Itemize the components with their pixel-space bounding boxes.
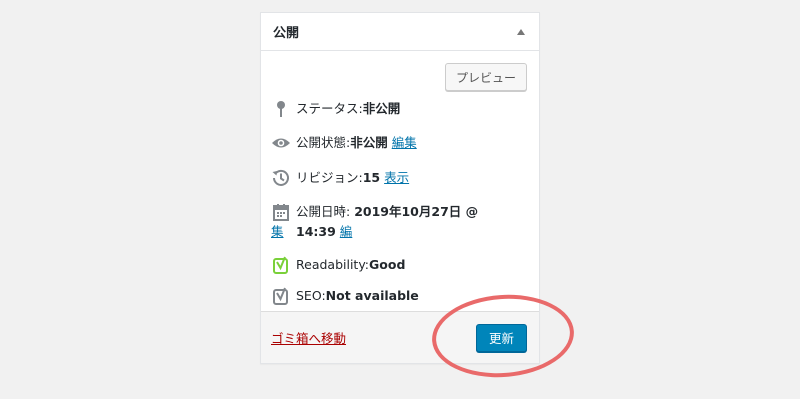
revisions-count: 15 <box>362 170 381 185</box>
move-to-trash-link[interactable]: ゴミ箱へ移動 <box>271 328 346 347</box>
readability-label: Readability: <box>296 257 370 272</box>
seo-label: SEO: <box>296 288 326 303</box>
visibility-row: 公開状態: 非公開 編集 <box>271 133 529 153</box>
preview-row: プレビュー <box>261 51 539 91</box>
panel-title: 公開 <box>273 26 300 41</box>
revisions-browse-link[interactable]: 表示 <box>384 168 409 188</box>
publish-date-edit-link-wrap[interactable]: 集 <box>271 222 284 242</box>
revisions-label: リビジョン: <box>296 170 363 185</box>
eye-icon <box>271 133 291 153</box>
publish-date-edit-link-text-2: 集 <box>271 224 284 239</box>
seo-row: SEO: Not available <box>271 286 529 306</box>
pin-icon <box>271 99 291 119</box>
readability-value: Good <box>369 257 406 272</box>
revisions-row: リビジョン: 15 表示 <box>271 168 529 188</box>
update-button[interactable]: 更新 <box>475 323 527 352</box>
publish-date-edit-wrap: 集 <box>271 222 529 242</box>
yoast-readability-icon <box>271 255 291 275</box>
publish-panel: 公開 プレビュー ステータス: 非公開 公開状態: 非公開 編集 リビジョン: … <box>260 12 540 364</box>
calendar-icon <box>271 202 291 222</box>
publish-date-label: 公開日時: <box>296 204 355 219</box>
collapse-toggle-icon[interactable] <box>517 28 525 35</box>
seo-value: Not available <box>325 288 419 303</box>
yoast-seo-icon <box>271 286 291 306</box>
visibility-value: 非公開 <box>350 135 388 150</box>
status-row: ステータス: 非公開 <box>271 99 529 119</box>
visibility-edit-link[interactable]: 編集 <box>392 133 417 153</box>
panel-header[interactable]: 公開 <box>261 13 539 51</box>
status-value: 非公開 <box>362 101 401 116</box>
visibility-label: 公開状態: <box>296 135 351 150</box>
readability-row: Readability: Good <box>271 255 529 275</box>
preview-button[interactable]: プレビュー <box>444 63 527 91</box>
publish-actions: ゴミ箱へ移動 更新 <box>261 311 539 363</box>
status-label: ステータス: <box>296 101 363 116</box>
history-icon <box>271 168 291 188</box>
